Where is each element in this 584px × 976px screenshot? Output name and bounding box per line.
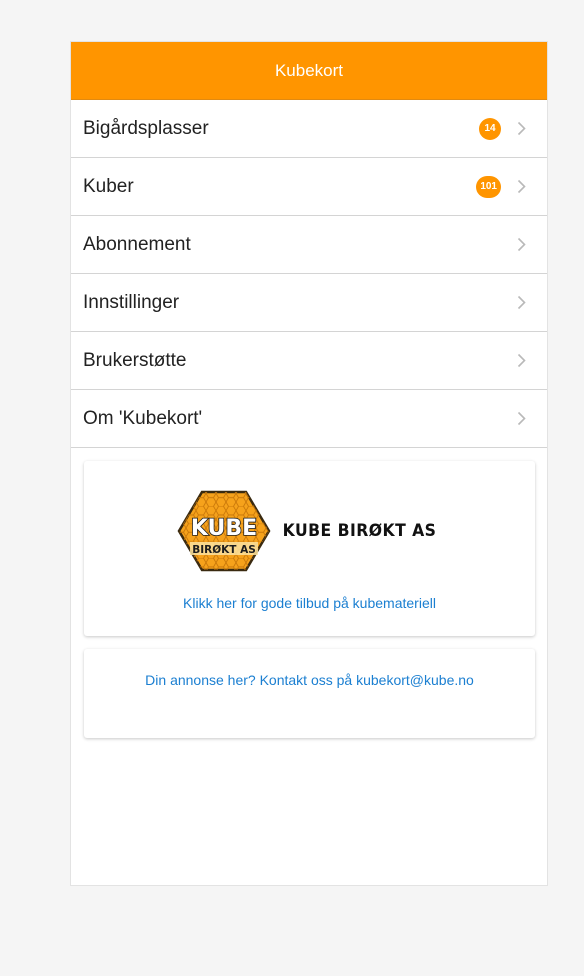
advertise-contact-link[interactable]: Din annonse her? Kontakt oss på kubekort…	[84, 649, 535, 690]
chevron-right-icon	[515, 121, 527, 137]
menu-item-abonnement[interactable]: Abonnement	[71, 216, 547, 274]
main-menu: Bigårdsplasser 14 Kuber 101 Abonnement I…	[71, 100, 547, 448]
menu-item-label: Brukerstøtte	[83, 349, 187, 371]
chevron-right-icon	[515, 295, 527, 311]
menu-item-label: Innstillinger	[83, 291, 180, 313]
sponsor-offer-link[interactable]: Klikk her for gode tilbud på kubematerie…	[84, 593, 535, 613]
menu-item-label: Bigårdsplasser	[83, 117, 209, 139]
chevron-right-icon	[515, 237, 527, 253]
honeycomb-hexagon-logo: KUBE BIRØKT AS	[177, 490, 271, 572]
svg-text:KUBE: KUBE	[191, 516, 257, 541]
menu-item-innstillinger[interactable]: Innstillinger	[71, 274, 547, 332]
chevron-right-icon	[515, 179, 527, 195]
menu-item-label: Om 'Kubekort'	[83, 407, 203, 429]
menu-item-label: Kuber	[83, 175, 134, 197]
app-header: Kubekort	[71, 42, 547, 100]
menu-item-brukerstotte[interactable]: Brukerstøtte	[71, 332, 547, 390]
chevron-right-icon	[515, 411, 527, 427]
menu-item-kuber[interactable]: Kuber 101	[71, 158, 547, 216]
app-screen: Kubekort Bigårdsplasser 14 Kuber 101 Abo…	[70, 41, 548, 886]
count-badge: 101	[476, 175, 501, 198]
menu-item-om-kubekort[interactable]: Om 'Kubekort'	[71, 390, 547, 448]
sponsor-logo-text: KUBE BIRØKT AS	[282, 521, 437, 541]
menu-item-bigardsplasser[interactable]: Bigårdsplasser 14	[71, 100, 547, 158]
menu-item-label: Abonnement	[83, 233, 191, 255]
page-title: Kubekort	[274, 60, 344, 80]
svg-text:BIRØKT AS: BIRØKT AS	[192, 544, 256, 556]
chevron-right-icon	[515, 353, 527, 369]
count-badge: 14	[479, 117, 501, 140]
sponsor-ad-card[interactable]: KUBE BIRØKT AS KUBE BIRØKT AS Klikk her …	[84, 461, 535, 636]
sponsor-logo[interactable]: KUBE BIRØKT AS KUBE BIRØKT AS	[84, 489, 535, 573]
advertise-contact-card[interactable]: Din annonse her? Kontakt oss på kubekort…	[84, 649, 535, 738]
